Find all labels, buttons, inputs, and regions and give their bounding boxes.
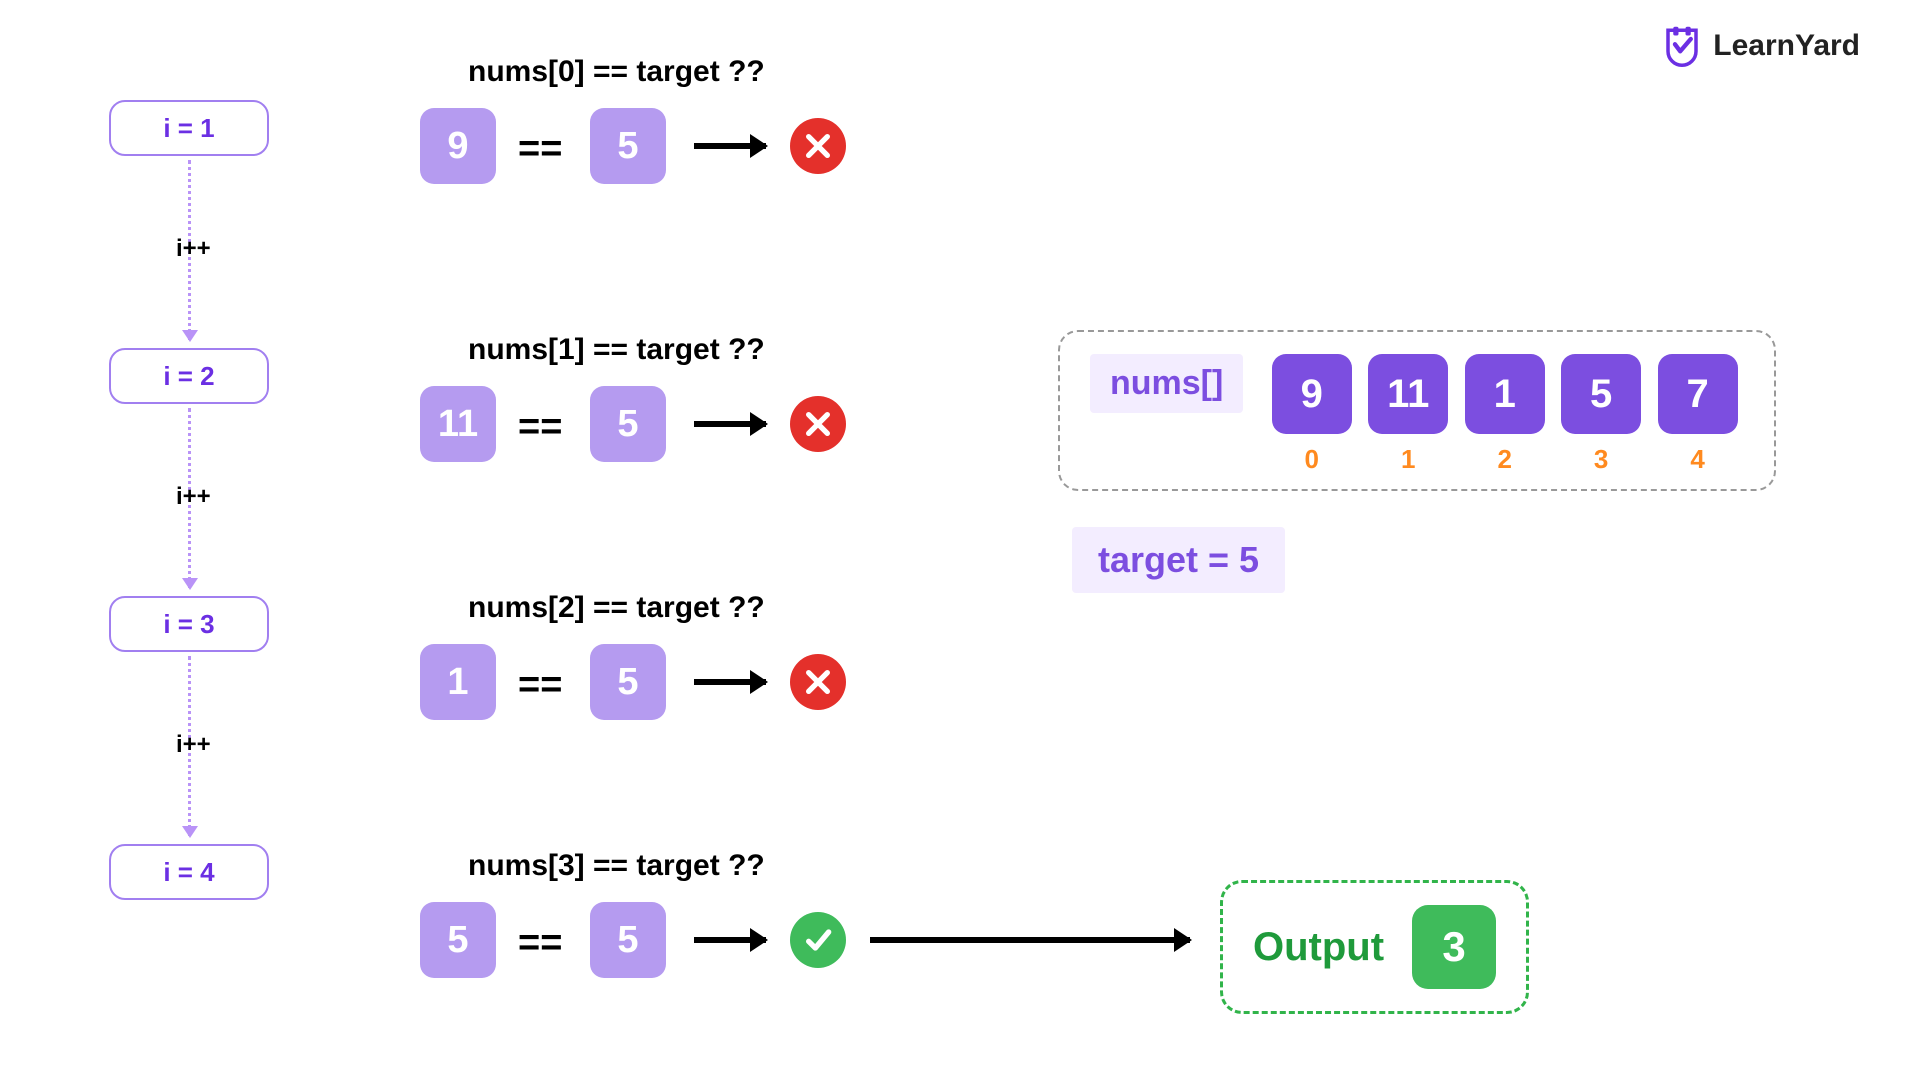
iter-label-4: i = 4 [163, 857, 214, 888]
cross-icon [790, 118, 846, 174]
cmp-arrow-3 [694, 937, 766, 939]
array-item-3: 53 [1561, 354, 1641, 475]
array-panel: nums[] 90 111 12 53 74 [1058, 330, 1776, 491]
cmp-title-0: nums[0] == target ?? [468, 55, 765, 89]
array-item-2: 12 [1465, 354, 1545, 475]
iter-inc-1: i++ [176, 235, 211, 263]
output-label: Output [1253, 925, 1384, 970]
cmp-right-0: 5 [590, 108, 666, 184]
cmp-title-3: nums[3] == target ?? [468, 849, 765, 883]
output-value: 3 [1412, 905, 1496, 989]
check-icon [790, 912, 846, 968]
cmp-op-2: == [518, 664, 562, 707]
cmp-op-1: == [518, 406, 562, 449]
cmp-arrow-0 [694, 143, 766, 145]
iter-inc-2: i++ [176, 483, 211, 511]
iter-node-1: i = 1 [109, 100, 269, 156]
cmp-title-2: nums[2] == target ?? [468, 591, 765, 625]
array-item-1: 111 [1368, 354, 1448, 475]
iter-node-2: i = 2 [109, 348, 269, 404]
iter-label-3: i = 3 [163, 609, 214, 640]
cmp-left-3: 5 [420, 902, 496, 978]
cmp-right-1: 5 [590, 386, 666, 462]
cmp-op-0: == [518, 128, 562, 171]
array-item-4: 74 [1658, 354, 1738, 475]
target-chip: target = 5 [1072, 527, 1285, 593]
iter-inc-3: i++ [176, 731, 211, 759]
brand-logo: LearnYard [1661, 25, 1860, 67]
cmp-title-1: nums[1] == target ?? [468, 333, 765, 367]
iter-node-3: i = 3 [109, 596, 269, 652]
array-item-0: 90 [1272, 354, 1352, 475]
cross-icon [790, 396, 846, 452]
output-arrow [870, 937, 1190, 939]
cmp-left-2: 1 [420, 644, 496, 720]
brand-shield-icon [1661, 25, 1703, 67]
cmp-arrow-2 [694, 679, 766, 681]
array-label: nums[] [1090, 354, 1243, 413]
cmp-right-3: 5 [590, 902, 666, 978]
iter-label-1: i = 1 [163, 113, 214, 144]
cmp-left-1: 11 [420, 386, 496, 462]
cmp-op-3: == [518, 922, 562, 965]
iter-node-4: i = 4 [109, 844, 269, 900]
cmp-right-2: 5 [590, 644, 666, 720]
cmp-arrow-1 [694, 421, 766, 423]
iter-label-2: i = 2 [163, 361, 214, 392]
cross-icon [790, 654, 846, 710]
brand-name: LearnYard [1713, 29, 1860, 63]
output-panel: Output 3 [1220, 880, 1529, 1014]
cmp-left-0: 9 [420, 108, 496, 184]
